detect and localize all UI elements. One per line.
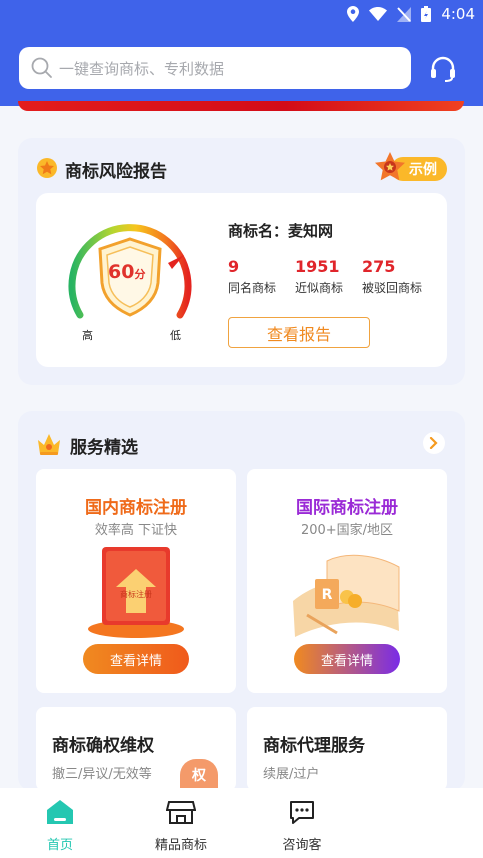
art-r-text: R bbox=[322, 587, 333, 603]
nav-consult-label: 咨询客 bbox=[282, 838, 322, 853]
nav-premium-trademarks[interactable]: 精品商标 bbox=[141, 798, 221, 853]
international-detail-button[interactable]: 查看详情 bbox=[294, 644, 400, 674]
trademark-name: 商标名：麦知网 bbox=[228, 222, 334, 240]
star-medal-icon bbox=[37, 158, 57, 178]
badge-star-icon bbox=[375, 152, 405, 181]
agency-service-tile[interactable]: 商标代理服务 续展/过户 bbox=[247, 707, 447, 791]
rights-subtitle: 撤三/异议/无效等 bbox=[52, 767, 152, 782]
stat-same-name: 9 同名商标 bbox=[228, 257, 277, 295]
stat-rejected: 275 被驳回商标 bbox=[362, 257, 423, 295]
stat-similar: 1951 近似商标 bbox=[295, 257, 344, 295]
gauge-high-label: 高 bbox=[82, 329, 93, 342]
example-label: 示例 bbox=[409, 162, 437, 178]
status-bar: 4:04 bbox=[0, 0, 483, 28]
risk-report-title: 商标风险报告 bbox=[65, 162, 167, 182]
search-placeholder: 一键查询商标、专利数据 bbox=[59, 59, 225, 78]
certificate-icon: R bbox=[293, 554, 400, 637]
chevron-right-icon bbox=[429, 437, 438, 449]
signal-off-icon bbox=[397, 6, 412, 22]
gauge-low-label: 低 bbox=[170, 329, 181, 342]
crown-icon bbox=[38, 434, 60, 455]
risk-gauge: 60分 高 低 bbox=[64, 211, 196, 342]
registration-box-icon: 商标注册 bbox=[88, 547, 184, 638]
shop-icon bbox=[165, 801, 197, 824]
nav-consult[interactable]: 咨询客 bbox=[262, 798, 342, 853]
wifi-icon bbox=[369, 7, 388, 21]
example-button[interactable]: 示例 bbox=[373, 152, 448, 183]
home-icon bbox=[47, 800, 73, 824]
services-card: 服务精选 国内商标注册 效率高 下证快 商标注册 查看详情 国际商标注册 200… bbox=[18, 411, 465, 791]
domestic-title: 国内商标注册 bbox=[85, 498, 187, 518]
domestic-subtitle: 效率高 下证快 bbox=[94, 523, 178, 538]
agency-title: 商标代理服务 bbox=[263, 736, 365, 756]
rights-protection-tile[interactable]: 商标确权维权 撤三/异议/无效等 权 bbox=[36, 707, 236, 791]
services-title: 服务精选 bbox=[70, 438, 138, 458]
international-registration-tile[interactable]: 国际商标注册 200+国家/地区 R 查看详情 bbox=[247, 469, 447, 693]
battery-icon bbox=[421, 6, 432, 22]
rights-badge: 权 bbox=[180, 759, 218, 791]
search-icon bbox=[31, 57, 52, 78]
app-header: 4:04 一键查询商标、专利数据 bbox=[0, 0, 483, 106]
risk-report-panel: 60分 高 低 商标名：麦知网 9 同名商标 1951 近似商标 275 被驳回… bbox=[36, 193, 447, 367]
customer-service-icon[interactable] bbox=[428, 55, 458, 83]
risk-report-card: 商标风险报告 示例 60分 高 低 商标名：麦知网 9 同名商标 1951 近似… bbox=[18, 138, 465, 385]
search-input[interactable]: 一键查询商标、专利数据 bbox=[19, 47, 411, 89]
international-subtitle: 200+国家/地区 bbox=[300, 523, 394, 538]
nav-premium-label: 精品商标 bbox=[154, 838, 207, 853]
clock: 4:04 bbox=[441, 5, 475, 23]
agency-subtitle: 续展/过户 bbox=[263, 767, 320, 782]
services-more-button[interactable] bbox=[423, 432, 445, 454]
banner-edge bbox=[18, 101, 464, 111]
bottom-nav: 首页 精品商标 咨询客 bbox=[0, 788, 483, 858]
domestic-registration-tile[interactable]: 国内商标注册 效率高 下证快 商标注册 查看详情 bbox=[36, 469, 236, 693]
view-report-button[interactable]: 查看报告 bbox=[228, 317, 370, 348]
nav-home[interactable]: 首页 bbox=[20, 798, 100, 853]
international-title: 国际商标注册 bbox=[296, 498, 398, 518]
art-text: 商标注册 bbox=[120, 589, 152, 599]
nav-home-label: 首页 bbox=[46, 838, 73, 853]
location-icon bbox=[347, 6, 360, 22]
domestic-detail-button[interactable]: 查看详情 bbox=[83, 644, 189, 674]
chat-icon bbox=[290, 801, 314, 824]
risk-score: 60分 bbox=[108, 261, 146, 283]
rights-title: 商标确权维权 bbox=[52, 736, 154, 756]
